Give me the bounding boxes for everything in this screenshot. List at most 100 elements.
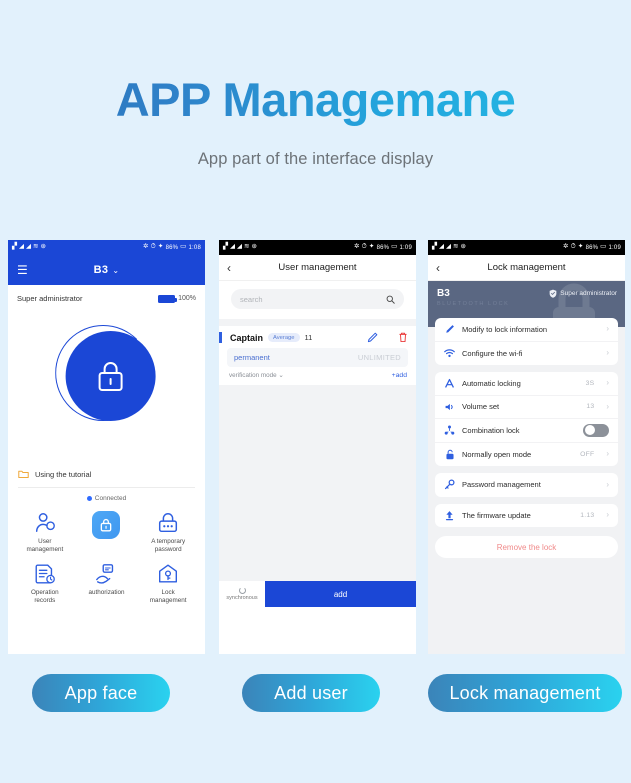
row-firmware-update[interactable]: The firmware update 1.13 › bbox=[435, 504, 618, 528]
verification-mode-row[interactable]: verification mode ⌄ +add bbox=[219, 367, 416, 381]
caption-pill-lock-management[interactable]: Lock management bbox=[428, 674, 622, 712]
admin-role-label: Super administrator bbox=[17, 294, 83, 303]
nav-bar: ‹ User management bbox=[219, 255, 416, 281]
clock-label: 1:09 bbox=[399, 244, 412, 251]
grid-item-label: User management bbox=[26, 538, 64, 553]
settings-group: The firmware update 1.13 › bbox=[435, 503, 618, 528]
user-management-icon bbox=[35, 513, 55, 533]
battery-indicator: 100% bbox=[158, 294, 196, 303]
row-normally-open-mode[interactable]: Normally open mode OFF › bbox=[435, 443, 618, 467]
add-verification-button[interactable]: +add bbox=[392, 372, 407, 379]
status-bar-left: ▞ ◢ ◢ ≋ ⊛ bbox=[432, 244, 466, 251]
auto-lock-icon bbox=[444, 378, 455, 389]
add-user-button[interactable]: add bbox=[265, 581, 416, 607]
row-label: Automatic locking bbox=[462, 378, 521, 388]
synchronous-label: synchronous bbox=[226, 595, 258, 601]
remove-lock-button[interactable]: Remove the lock bbox=[435, 536, 618, 558]
chevron-left-icon[interactable]: ‹ bbox=[436, 262, 440, 274]
key-icon bbox=[444, 479, 455, 490]
section-gap bbox=[219, 319, 416, 326]
chevron-down-icon: ⌄ bbox=[112, 266, 120, 275]
alarm-icon: ⏱ bbox=[570, 243, 576, 251]
row-label: Password management bbox=[462, 480, 541, 490]
lock-hero bbox=[8, 313, 205, 463]
phone-screen-lock-management: ▞ ◢ ◢ ≋ ⊛ ✲ ⏱ ✦ 86% ▭ 1:09 ‹ Lock manage… bbox=[428, 240, 625, 654]
row-configure-wifi[interactable]: Configure the wi-fi › bbox=[435, 342, 618, 366]
wifi-icon: ≋ bbox=[453, 243, 459, 251]
upload-icon bbox=[444, 510, 455, 521]
battery-icon: ▭ bbox=[180, 243, 187, 251]
clock-label: 1:09 bbox=[608, 244, 621, 251]
wifi-icon: ≋ bbox=[33, 243, 39, 251]
authorization-icon bbox=[96, 563, 114, 584]
combination-lock-toggle[interactable] bbox=[583, 423, 609, 437]
sync-spinner-icon bbox=[238, 587, 246, 594]
chevron-right-icon: › bbox=[606, 401, 609, 411]
nav-title: Lock management bbox=[487, 262, 566, 273]
permission-type-label: permanent bbox=[234, 353, 270, 362]
user-count-label: 11 bbox=[304, 333, 313, 342]
chevron-right-icon: › bbox=[606, 449, 609, 459]
grid-item-user-management[interactable]: User management bbox=[14, 511, 76, 554]
pencil-edit-icon[interactable] bbox=[367, 332, 378, 343]
settings-icon: ✲ bbox=[353, 243, 360, 251]
status-bar: ▞ ◢ ◢ ≋ ⊛ ✲ ⏱ ✦ 86% ▭ 1:08 bbox=[8, 240, 205, 255]
row-volume-set[interactable]: Volume set 13 › bbox=[435, 396, 618, 419]
battery-percent-label: 86% bbox=[585, 244, 599, 251]
add-label: add bbox=[395, 372, 407, 379]
verification-mode-label: verification mode ⌄ bbox=[229, 372, 284, 379]
grid-item-label: Operation records bbox=[31, 588, 59, 604]
battery-icon: ▭ bbox=[600, 243, 607, 251]
unlock-button[interactable] bbox=[65, 331, 156, 421]
status-bar-right: ✲ ⏱ ✦ 86% ▭ 1:09 bbox=[354, 244, 412, 251]
settings-icon: ✲ bbox=[142, 243, 149, 251]
feature-grid: User management A temporary password Ope… bbox=[8, 505, 205, 604]
signal-bars-icon: ◢ bbox=[439, 243, 444, 251]
app-bar-title[interactable]: B3 ⌄ bbox=[8, 264, 205, 276]
chevron-left-icon[interactable]: ‹ bbox=[227, 262, 231, 274]
settings-icon: ✲ bbox=[562, 243, 569, 251]
row-modify-lock-information[interactable]: Modify to lock information › bbox=[435, 318, 618, 342]
pencil-edit-icon bbox=[444, 324, 455, 334]
lock-closed-icon bbox=[98, 362, 123, 391]
row-automatic-locking[interactable]: Automatic locking 3S › bbox=[435, 372, 618, 396]
sim-icon: ⊛ bbox=[460, 243, 466, 251]
grid-item-lock-management[interactable]: Lock management bbox=[137, 562, 199, 605]
battery-percent-label: 86% bbox=[165, 244, 179, 251]
permission-row[interactable]: permanent UNLIMITED bbox=[227, 348, 408, 367]
row-combination-lock[interactable]: Combination lock bbox=[435, 419, 618, 443]
status-bar-left: ▞ ◢ ◢ ≋ ⊛ bbox=[223, 244, 257, 251]
row-value: 13 bbox=[586, 403, 595, 411]
bluetooth-icon: ✦ bbox=[157, 243, 164, 251]
chevron-right-icon: › bbox=[606, 378, 609, 388]
battery-icon bbox=[158, 294, 178, 303]
user-role-badge: Average bbox=[268, 333, 300, 342]
combination-lock-icon bbox=[444, 425, 455, 436]
grid-item-authorization[interactable]: authorization bbox=[76, 562, 138, 605]
settings-group: Automatic locking 3S › Volume set 13 › C… bbox=[435, 372, 618, 466]
search-input[interactable]: search bbox=[231, 289, 404, 309]
hamburger-menu-icon[interactable]: ☰ bbox=[17, 264, 28, 276]
verification-mode-text: verification mode bbox=[229, 372, 277, 379]
search-placeholder: search bbox=[240, 294, 263, 304]
synchronous-button[interactable]: synchronous bbox=[219, 581, 265, 607]
battery-icon: ▭ bbox=[391, 243, 398, 251]
caption-pill-add-user[interactable]: Add user bbox=[242, 674, 380, 712]
trash-delete-icon[interactable] bbox=[398, 332, 408, 343]
user-card: Captain Average 11 permanent UNLIMITED v… bbox=[219, 326, 416, 385]
permission-value-label: UNLIMITED bbox=[357, 353, 401, 362]
grid-item-lock-tile[interactable] bbox=[76, 511, 138, 554]
nav-bar: ‹ Lock management bbox=[428, 255, 625, 281]
tutorial-link[interactable]: Using the tutorial bbox=[8, 463, 205, 485]
grid-item-temporary-password[interactable]: A temporary password bbox=[137, 511, 199, 554]
status-bar: ▞ ◢ ◢ ≋ ⊛ ✲ ⏱ ✦ 86% ▭ 1:09 bbox=[219, 240, 416, 255]
clock-label: 1:08 bbox=[188, 244, 201, 251]
caption-pill-app-face[interactable]: App face bbox=[32, 674, 170, 712]
user-row-header: Captain Average 11 bbox=[219, 332, 416, 343]
row-password-management[interactable]: Password management › bbox=[435, 473, 618, 497]
alarm-icon: ⏱ bbox=[150, 243, 156, 251]
bluetooth-icon: ✦ bbox=[368, 243, 375, 251]
grid-item-operation-records[interactable]: Operation records bbox=[14, 562, 76, 605]
folder-icon bbox=[18, 470, 29, 479]
row-value: OFF bbox=[580, 450, 595, 458]
